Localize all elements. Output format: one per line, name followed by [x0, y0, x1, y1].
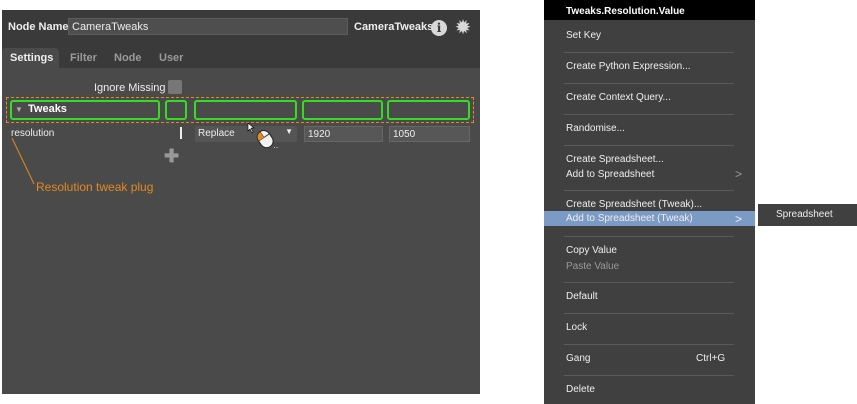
menu-item-delete[interactable]: Delete [544, 384, 755, 395]
tab-filter[interactable]: Filter [62, 48, 105, 68]
menu-item-randomise[interactable]: Randomise... [544, 123, 755, 134]
menu-separator [564, 190, 734, 191]
menu-item-add-to-spreadsheet[interactable]: Add to Spreadsheet [544, 169, 755, 180]
menu-item-paste-value: Paste Value [566, 261, 620, 272]
menu-item-create-spreadsheet-tweak[interactable]: Create Spreadsheet (Tweak)... [544, 199, 755, 210]
menu-item-create-python-expression[interactable]: Create Python Expression... [544, 61, 755, 72]
tab-node[interactable]: Node [106, 48, 150, 68]
menu-item-add-to-spreadsheet-tweak[interactable]: Add to Spreadsheet (Tweak) [544, 213, 755, 224]
tweak-value-x-column-outline [302, 100, 383, 120]
menu-separator [564, 236, 734, 237]
gang-shortcut-label: Ctrl+G [696, 353, 726, 364]
node-name-label: Node Name [8, 21, 69, 33]
collapse-arrow-icon[interactable]: ▼ [15, 105, 23, 114]
chevron-right-icon: > [735, 212, 743, 226]
gear-icon[interactable]: ✹ [452, 16, 474, 38]
menu-title: Tweaks.Resolution.Value [544, 0, 755, 20]
menu-item-set-key[interactable]: Set Key [544, 30, 755, 41]
node-editor-panel: Node Name CameraTweaks CameraTweaks i ✹ … [2, 10, 480, 394]
spreadsheet-submenu: Spreadsheet [758, 204, 857, 226]
submenu-item-spreadsheet[interactable]: Spreadsheet [776, 209, 833, 220]
tweak-mode-value: Replace [198, 128, 235, 139]
annotation-label: Resolution tweak plug [36, 180, 154, 194]
tweak-value-y-column-outline [387, 100, 470, 120]
plus-icon[interactable]: ✚ [164, 147, 179, 165]
menu-item-copy-value[interactable]: Copy Value [544, 245, 755, 256]
menu-item-create-spreadsheet[interactable]: Create Spreadsheet... [544, 154, 755, 165]
node-name-input[interactable]: CameraTweaks [68, 18, 348, 35]
tweak-enabled-column-outline [165, 100, 187, 120]
menu-item-default[interactable]: Default [544, 291, 755, 302]
info-icon[interactable]: i [431, 20, 447, 36]
tweak-mode-column-outline [194, 100, 297, 120]
chevron-right-icon: > [735, 167, 743, 181]
svg-text:…: … [273, 141, 279, 150]
tweak-enabled-toggle[interactable] [180, 127, 182, 139]
ignore-missing-checkbox[interactable] [168, 80, 182, 94]
menu-separator [564, 83, 734, 84]
tweaks-section-label[interactable]: Tweaks [28, 103, 67, 115]
menu-item-create-context-query[interactable]: Create Context Query... [544, 92, 755, 103]
resolution-y-input[interactable]: 1050 [389, 126, 470, 142]
node-header: Node Name CameraTweaks CameraTweaks i ✹ [2, 10, 480, 46]
resolution-x-input[interactable]: 1920 [304, 126, 383, 142]
menu-separator [564, 313, 734, 314]
plug-context-menu: Tweaks.Resolution.Value Set Key Create P… [544, 0, 755, 404]
tweak-mode-dropdown[interactable]: Replace ▼ [195, 126, 297, 142]
tweak-name-field[interactable]: resolution [11, 128, 54, 139]
mouse-cursor-icon: … [247, 122, 279, 150]
menu-separator [564, 282, 734, 283]
menu-separator [564, 344, 734, 345]
ignore-missing-label: Ignore Missing [94, 82, 166, 94]
menu-separator [564, 145, 734, 146]
settings-content: Ignore Missing ▼ Tweaks resolution Repla… [2, 68, 480, 394]
node-type-label: CameraTweaks [354, 21, 434, 33]
menu-separator [564, 114, 734, 115]
menu-separator [564, 375, 734, 376]
menu-separator [564, 52, 734, 53]
tab-user[interactable]: User [151, 48, 191, 68]
menu-item-lock[interactable]: Lock [544, 322, 755, 333]
chevron-down-icon: ▼ [285, 127, 293, 136]
tab-settings[interactable]: Settings [2, 48, 59, 68]
